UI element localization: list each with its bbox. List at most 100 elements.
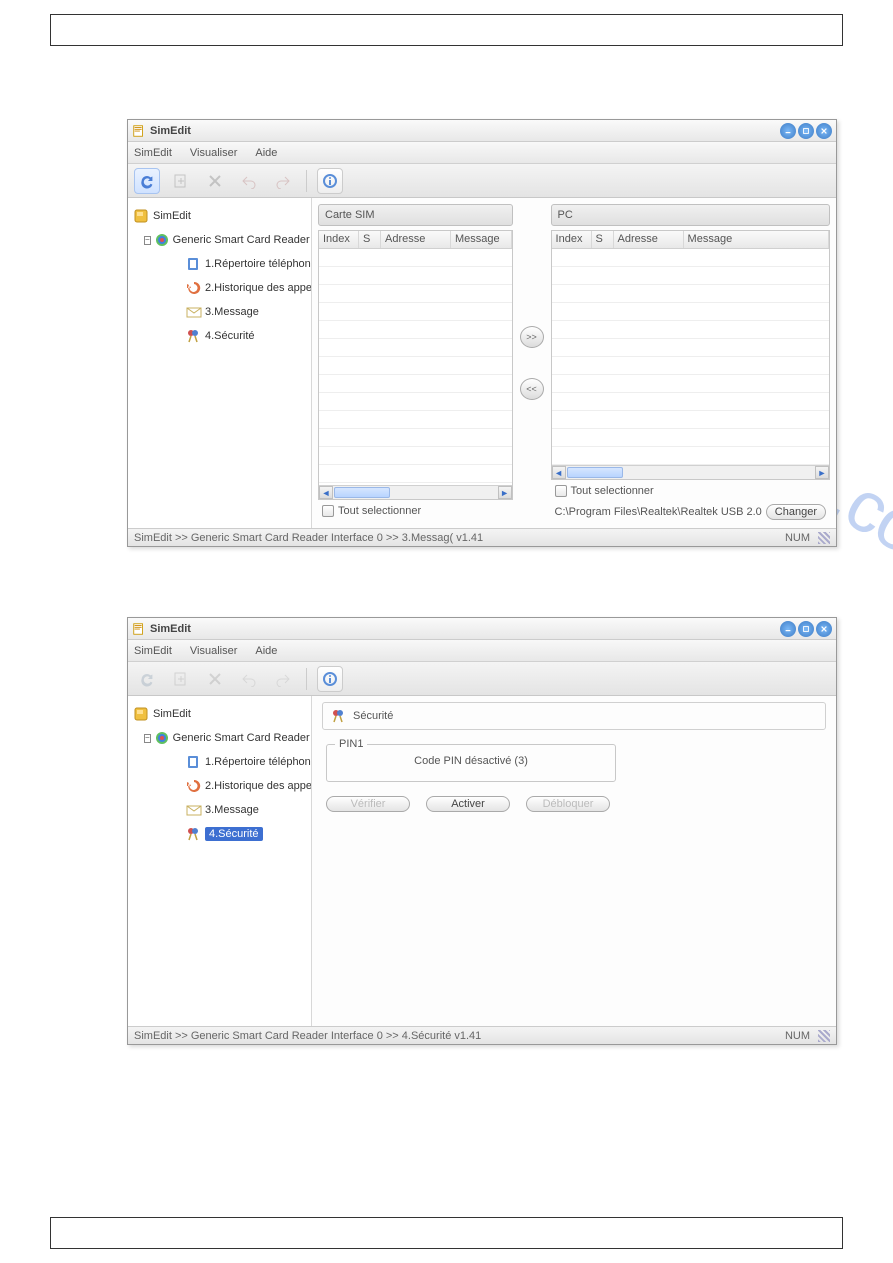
tree-root-label: SimEdit xyxy=(153,708,191,720)
col-index[interactable]: Index xyxy=(552,231,592,248)
scroll-track[interactable] xyxy=(624,466,815,479)
menu-simedit[interactable]: SimEdit xyxy=(134,147,172,159)
transfer-left-button[interactable]: << xyxy=(520,378,544,400)
tree-root[interactable]: SimEdit xyxy=(132,702,307,726)
sim-hscroll[interactable]: ◄ ► xyxy=(319,485,512,499)
new-button xyxy=(168,168,194,194)
verify-button: Vérifier xyxy=(326,796,410,812)
status-num: NUM xyxy=(785,1030,810,1042)
tree-item-label: 4.Sécurité xyxy=(205,827,263,841)
tree-reader[interactable]: − Generic Smart Card Reader Int xyxy=(132,228,307,252)
delete-button xyxy=(202,666,228,692)
col-index[interactable]: Index xyxy=(319,231,359,248)
window-title: SimEdit xyxy=(150,623,780,635)
collapse-icon[interactable]: − xyxy=(144,236,151,245)
sim-grid-header: Index S Adresse Message xyxy=(319,231,512,249)
tree-item-phonebook[interactable]: 1.Répertoire téléphonic xyxy=(132,252,307,276)
refresh-button[interactable] xyxy=(134,168,160,194)
tree-item-message[interactable]: 3.Message xyxy=(132,798,307,822)
security-icon xyxy=(186,328,202,344)
titlebar[interactable]: SimEdit xyxy=(128,618,836,640)
tree-item-security[interactable]: 4.Sécurité xyxy=(132,324,307,348)
resize-grip-icon[interactable] xyxy=(818,532,830,544)
col-s[interactable]: S xyxy=(592,231,614,248)
statusbar: SimEdit >> Generic Smart Card Reader Int… xyxy=(128,1026,836,1044)
pc-grid[interactable]: Index S Adresse Message ◄ ► xyxy=(551,230,830,480)
close-button[interactable] xyxy=(816,123,832,139)
toolbar xyxy=(128,164,836,198)
minimize-button[interactable] xyxy=(780,123,796,139)
scroll-right-icon[interactable]: ► xyxy=(498,486,512,499)
scroll-thumb[interactable] xyxy=(567,467,623,478)
info-button[interactable] xyxy=(317,168,343,194)
menu-aide[interactable]: Aide xyxy=(255,645,277,657)
sim-panel-header: Carte SIM xyxy=(318,204,513,226)
refresh-button xyxy=(134,666,160,692)
scroll-track[interactable] xyxy=(391,486,498,499)
delete-button xyxy=(202,168,228,194)
app-icon xyxy=(132,622,146,636)
tree-item-history[interactable]: 2.Historique des appels xyxy=(132,774,307,798)
security-icon xyxy=(186,826,202,842)
pc-hscroll[interactable]: ◄ ► xyxy=(552,465,829,479)
status-breadcrumb: SimEdit >> Generic Smart Card Reader Int… xyxy=(134,1030,481,1042)
close-button[interactable] xyxy=(816,621,832,637)
col-message[interactable]: Message xyxy=(684,231,829,248)
message-icon xyxy=(186,304,202,320)
unlock-button: Débloquer xyxy=(526,796,610,812)
menu-simedit[interactable]: SimEdit xyxy=(134,645,172,657)
menu-visualiser[interactable]: Visualiser xyxy=(190,645,238,657)
activate-button[interactable]: Activer xyxy=(426,796,510,812)
redo-button xyxy=(270,168,296,194)
col-message[interactable]: Message xyxy=(451,231,512,248)
sim-select-all-label: Tout selectionner xyxy=(338,505,421,517)
tree-item-message[interactable]: 3.Message xyxy=(132,300,307,324)
change-path-button[interactable]: Changer xyxy=(766,504,826,520)
reader-icon xyxy=(154,232,170,248)
tree-item-phonebook[interactable]: 1.Répertoire téléphonic xyxy=(132,750,307,774)
maximize-button[interactable] xyxy=(798,621,814,637)
tree-item-security[interactable]: 4.Sécurité xyxy=(132,822,307,846)
page-bottom-border xyxy=(50,1217,843,1249)
menu-visualiser[interactable]: Visualiser xyxy=(190,147,238,159)
tree-reader[interactable]: − Generic Smart Card Reader Int xyxy=(132,726,307,750)
tree-item-label: 4.Sécurité xyxy=(205,330,255,342)
sim-grid[interactable]: Index S Adresse Message ◄ ► xyxy=(318,230,513,500)
screenshot-security-view: SimEdit SimEdit Visualiser Aide SimEdit … xyxy=(127,617,837,1045)
menu-aide[interactable]: Aide xyxy=(255,147,277,159)
pc-path-row: C:\Program Files\Realtek\Realtek USB 2.0… xyxy=(551,502,830,522)
simedit-icon xyxy=(134,706,150,722)
scroll-left-icon[interactable]: ◄ xyxy=(552,466,566,479)
main-pane: Carte SIM Index S Adresse Message ◄ ► xyxy=(312,198,836,528)
pc-panel-header: PC xyxy=(551,204,830,226)
scroll-right-icon[interactable]: ► xyxy=(815,466,829,479)
phonebook-icon xyxy=(186,256,202,272)
sim-select-all-checkbox[interactable] xyxy=(322,505,334,517)
maximize-button[interactable] xyxy=(798,123,814,139)
tree-item-label: 3.Message xyxy=(205,804,259,816)
titlebar[interactable]: SimEdit xyxy=(128,120,836,142)
scroll-thumb[interactable] xyxy=(334,487,390,498)
status-num: NUM xyxy=(785,532,810,544)
tree-item-history[interactable]: 2.Historique des appels xyxy=(132,276,307,300)
col-adresse[interactable]: Adresse xyxy=(381,231,451,248)
page-top-border xyxy=(50,14,843,46)
col-adresse[interactable]: Adresse xyxy=(614,231,684,248)
tree-root[interactable]: SimEdit xyxy=(132,204,307,228)
col-s[interactable]: S xyxy=(359,231,381,248)
info-button[interactable] xyxy=(317,666,343,692)
pc-grid-rows[interactable] xyxy=(552,249,829,465)
sim-panel: Carte SIM Index S Adresse Message ◄ ► xyxy=(318,204,513,522)
resize-grip-icon[interactable] xyxy=(818,1030,830,1042)
scroll-left-icon[interactable]: ◄ xyxy=(319,486,333,499)
pin-group-label: PIN1 xyxy=(335,738,367,750)
collapse-icon[interactable]: − xyxy=(144,734,151,743)
sim-grid-rows[interactable] xyxy=(319,249,512,485)
pc-select-all-checkbox[interactable] xyxy=(555,485,567,497)
minimize-button[interactable] xyxy=(780,621,796,637)
pc-select-all-label: Tout selectionner xyxy=(571,485,654,497)
transfer-right-button[interactable]: >> xyxy=(520,326,544,348)
history-icon xyxy=(186,778,202,794)
pin-group: PIN1 Code PIN désactivé (3) xyxy=(326,744,616,782)
tree-pane: SimEdit − Generic Smart Card Reader Int … xyxy=(128,696,312,1026)
